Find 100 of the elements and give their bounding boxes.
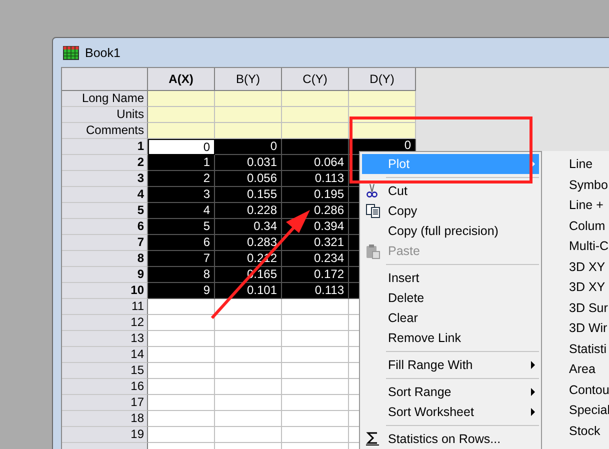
row-header[interactable]: 8 — [62, 251, 148, 267]
row-header[interactable]: 16 — [62, 379, 148, 395]
row-header[interactable]: 12 — [62, 315, 148, 331]
table-cell: 0.234 — [282, 251, 349, 267]
table-cell: 9 — [148, 283, 215, 299]
table-cell: 0.321 — [282, 235, 349, 251]
row-header[interactable]: 19 — [62, 427, 148, 443]
table-cell: 0.286 — [282, 203, 349, 219]
row-header[interactable]: 6 — [62, 219, 148, 235]
table-cell — [215, 395, 282, 411]
menu-item[interactable]: 3D Wir — [542, 318, 609, 338]
menu-item[interactable]: Sort Range — [362, 382, 539, 402]
row-header[interactable]: 7 — [62, 235, 148, 251]
menu-item[interactable]: Line + — [542, 195, 609, 216]
row-header[interactable]: 1 — [62, 139, 148, 155]
clipboard-icon — [366, 244, 380, 259]
row-header[interactable]: 13 — [62, 331, 148, 347]
column-header[interactable]: D(Y) — [349, 68, 416, 91]
window-title: Book1 — [85, 46, 120, 60]
row-label[interactable]: Long Name — [62, 91, 148, 107]
label-cell — [282, 91, 349, 107]
menu-item[interactable]: Copy — [362, 201, 539, 221]
table-cell — [282, 395, 349, 411]
table-cell: 0.283 — [215, 235, 282, 251]
menu-item[interactable]: Contou — [542, 380, 609, 400]
table-cell: 0.34 — [215, 219, 282, 235]
label-cell — [282, 123, 349, 139]
menu-item[interactable]: 3D Sur — [542, 298, 609, 318]
menu-item[interactable]: 3D XY — [542, 256, 609, 277]
table-cell: 0.172 — [282, 267, 349, 283]
table-cell — [282, 411, 349, 427]
table-cell: 0.113 — [282, 283, 349, 299]
menu-item[interactable]: Remove Link — [362, 328, 539, 348]
row-header[interactable]: 18 — [62, 411, 148, 427]
row-header[interactable]: 11 — [62, 299, 148, 315]
corner-cell[interactable] — [62, 68, 148, 91]
table-cell: 0.113 — [282, 171, 349, 187]
table-cell — [215, 331, 282, 347]
table-cell — [282, 331, 349, 347]
label-cell — [282, 107, 349, 123]
table-cell — [282, 427, 349, 443]
table-cell: 4 — [148, 203, 215, 219]
column-header[interactable]: B(Y) — [215, 68, 282, 91]
menu-item[interactable]: Copy (full precision) — [362, 221, 539, 241]
row-header[interactable]: 2 — [62, 155, 148, 171]
column-header[interactable]: C(Y) — [282, 68, 349, 91]
table-cell — [215, 347, 282, 363]
menu-item[interactable]: Stock — [542, 420, 609, 441]
menu-item[interactable]: Symbo — [542, 174, 609, 195]
menu-item[interactable]: Insert — [362, 268, 539, 288]
table-cell: 0.195 — [282, 187, 349, 203]
row-header[interactable]: 15 — [62, 363, 148, 379]
table-cell: 0.031 — [215, 155, 282, 171]
row-header[interactable]: 17 — [62, 395, 148, 411]
menu-item[interactable]: Area — [542, 359, 609, 380]
menu-item[interactable]: Statisti — [542, 338, 609, 359]
table-cell — [282, 139, 349, 155]
label-cell — [349, 91, 416, 107]
row-label[interactable]: Units — [62, 107, 148, 123]
copy-icon — [366, 204, 380, 218]
menu-item[interactable]: Statistics on Rows... — [362, 429, 539, 449]
menu-item[interactable]: Clear — [362, 308, 539, 328]
menu-item[interactable]: Special — [542, 400, 609, 420]
label-cell — [148, 123, 215, 139]
table-cell — [282, 379, 349, 395]
menu-item[interactable]: Cut — [362, 181, 539, 201]
row-label[interactable]: Comments — [62, 123, 148, 139]
menu-item[interactable]: 3D XY — [542, 277, 609, 298]
table-cell — [282, 315, 349, 331]
table-cell — [215, 379, 282, 395]
row-header[interactable]: 14 — [62, 347, 148, 363]
table-cell: 0 — [148, 139, 215, 155]
label-cell — [215, 91, 282, 107]
row-header[interactable]: 9 — [62, 267, 148, 283]
table-cell: 1 — [148, 155, 215, 171]
table-cell: 0.228 — [215, 203, 282, 219]
worksheet-icon — [63, 46, 79, 60]
row-header[interactable]: 3 — [62, 171, 148, 187]
label-cell — [215, 123, 282, 139]
menu-item[interactable]: Multi-C — [542, 236, 609, 256]
table-cell: 0.101 — [215, 283, 282, 299]
row-header[interactable]: 4 — [62, 187, 148, 203]
menu-item[interactable]: Delete — [362, 288, 539, 308]
table-cell: 2 — [148, 171, 215, 187]
table-cell — [215, 411, 282, 427]
table-cell: 7 — [148, 251, 215, 267]
menu-item[interactable]: Fill Range With — [362, 355, 539, 375]
table-cell — [215, 315, 282, 331]
row-header[interactable]: 5 — [62, 203, 148, 219]
menu-item[interactable]: Colum — [542, 216, 609, 236]
label-cell — [148, 91, 215, 107]
menu-item[interactable]: Line — [542, 154, 609, 174]
sigma-icon — [366, 432, 379, 446]
column-header[interactable]: A(X) — [148, 68, 215, 91]
table-cell: 6 — [148, 235, 215, 251]
row-header[interactable]: 10 — [62, 283, 148, 299]
table-cell: 0 — [215, 139, 282, 155]
menu-item[interactable]: Sort Worksheet — [362, 402, 539, 422]
table-cell: 8 — [148, 267, 215, 283]
table-cell: 0.155 — [215, 187, 282, 203]
